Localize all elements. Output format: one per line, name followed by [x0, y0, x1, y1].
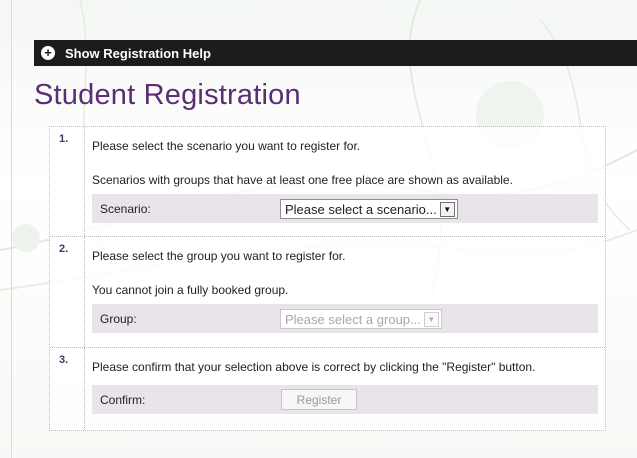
confirm-label: Confirm:: [100, 393, 146, 407]
step-row-group: 2. Please select the group you want to r…: [50, 237, 605, 347]
scenario-label: Scenario:: [100, 202, 151, 216]
scenario-select-value: Please select a scenario...: [285, 201, 437, 217]
page-left-border: [11, 0, 12, 458]
step-instruction: Scenarios with groups that have at least…: [92, 173, 513, 187]
step-number: 2.: [59, 243, 69, 255]
step-number: 3.: [59, 354, 69, 366]
step-instruction: Please select the group you want to regi…: [92, 249, 346, 263]
step-instruction: Please select the scenario you want to r…: [92, 139, 361, 153]
step-instruction: Please confirm that your selection above…: [92, 360, 536, 374]
scenario-field-row: Scenario: Please select a scenario... ▼: [92, 194, 598, 223]
step-number-cell: 3.: [50, 348, 85, 430]
page-title: Student Registration: [34, 79, 301, 111]
group-select[interactable]: Please select a group... ▼: [280, 309, 442, 329]
group-field-row: Group: Please select a group... ▼: [92, 304, 598, 333]
page-background: + Show Registration Help Student Registr…: [0, 0, 637, 458]
step-number: 1.: [59, 133, 69, 145]
chevron-down-icon[interactable]: ▼: [439, 201, 455, 217]
chevron-down-icon[interactable]: ▼: [423, 311, 439, 327]
step-row-scenario: 1. Please select the scenario you want t…: [50, 127, 605, 236]
registration-steps-table: 1. Please select the scenario you want t…: [49, 126, 606, 431]
register-button[interactable]: Register: [281, 389, 357, 410]
confirm-field-row: Confirm: Register: [92, 385, 598, 414]
help-bar-label: Show Registration Help: [65, 45, 211, 61]
step-instruction: You cannot join a fully booked group.: [92, 283, 289, 297]
step-number-cell: 1.: [50, 127, 85, 236]
step-number-cell: 2.: [50, 237, 85, 347]
group-select-value: Please select a group...: [285, 311, 421, 327]
scenario-select[interactable]: Please select a scenario... ▼: [280, 199, 458, 219]
step-row-confirm: 3. Please confirm that your selection ab…: [50, 348, 605, 430]
plus-circle-icon: +: [41, 46, 55, 60]
group-label: Group:: [100, 312, 137, 326]
show-registration-help-toggle[interactable]: + Show Registration Help: [34, 40, 637, 66]
